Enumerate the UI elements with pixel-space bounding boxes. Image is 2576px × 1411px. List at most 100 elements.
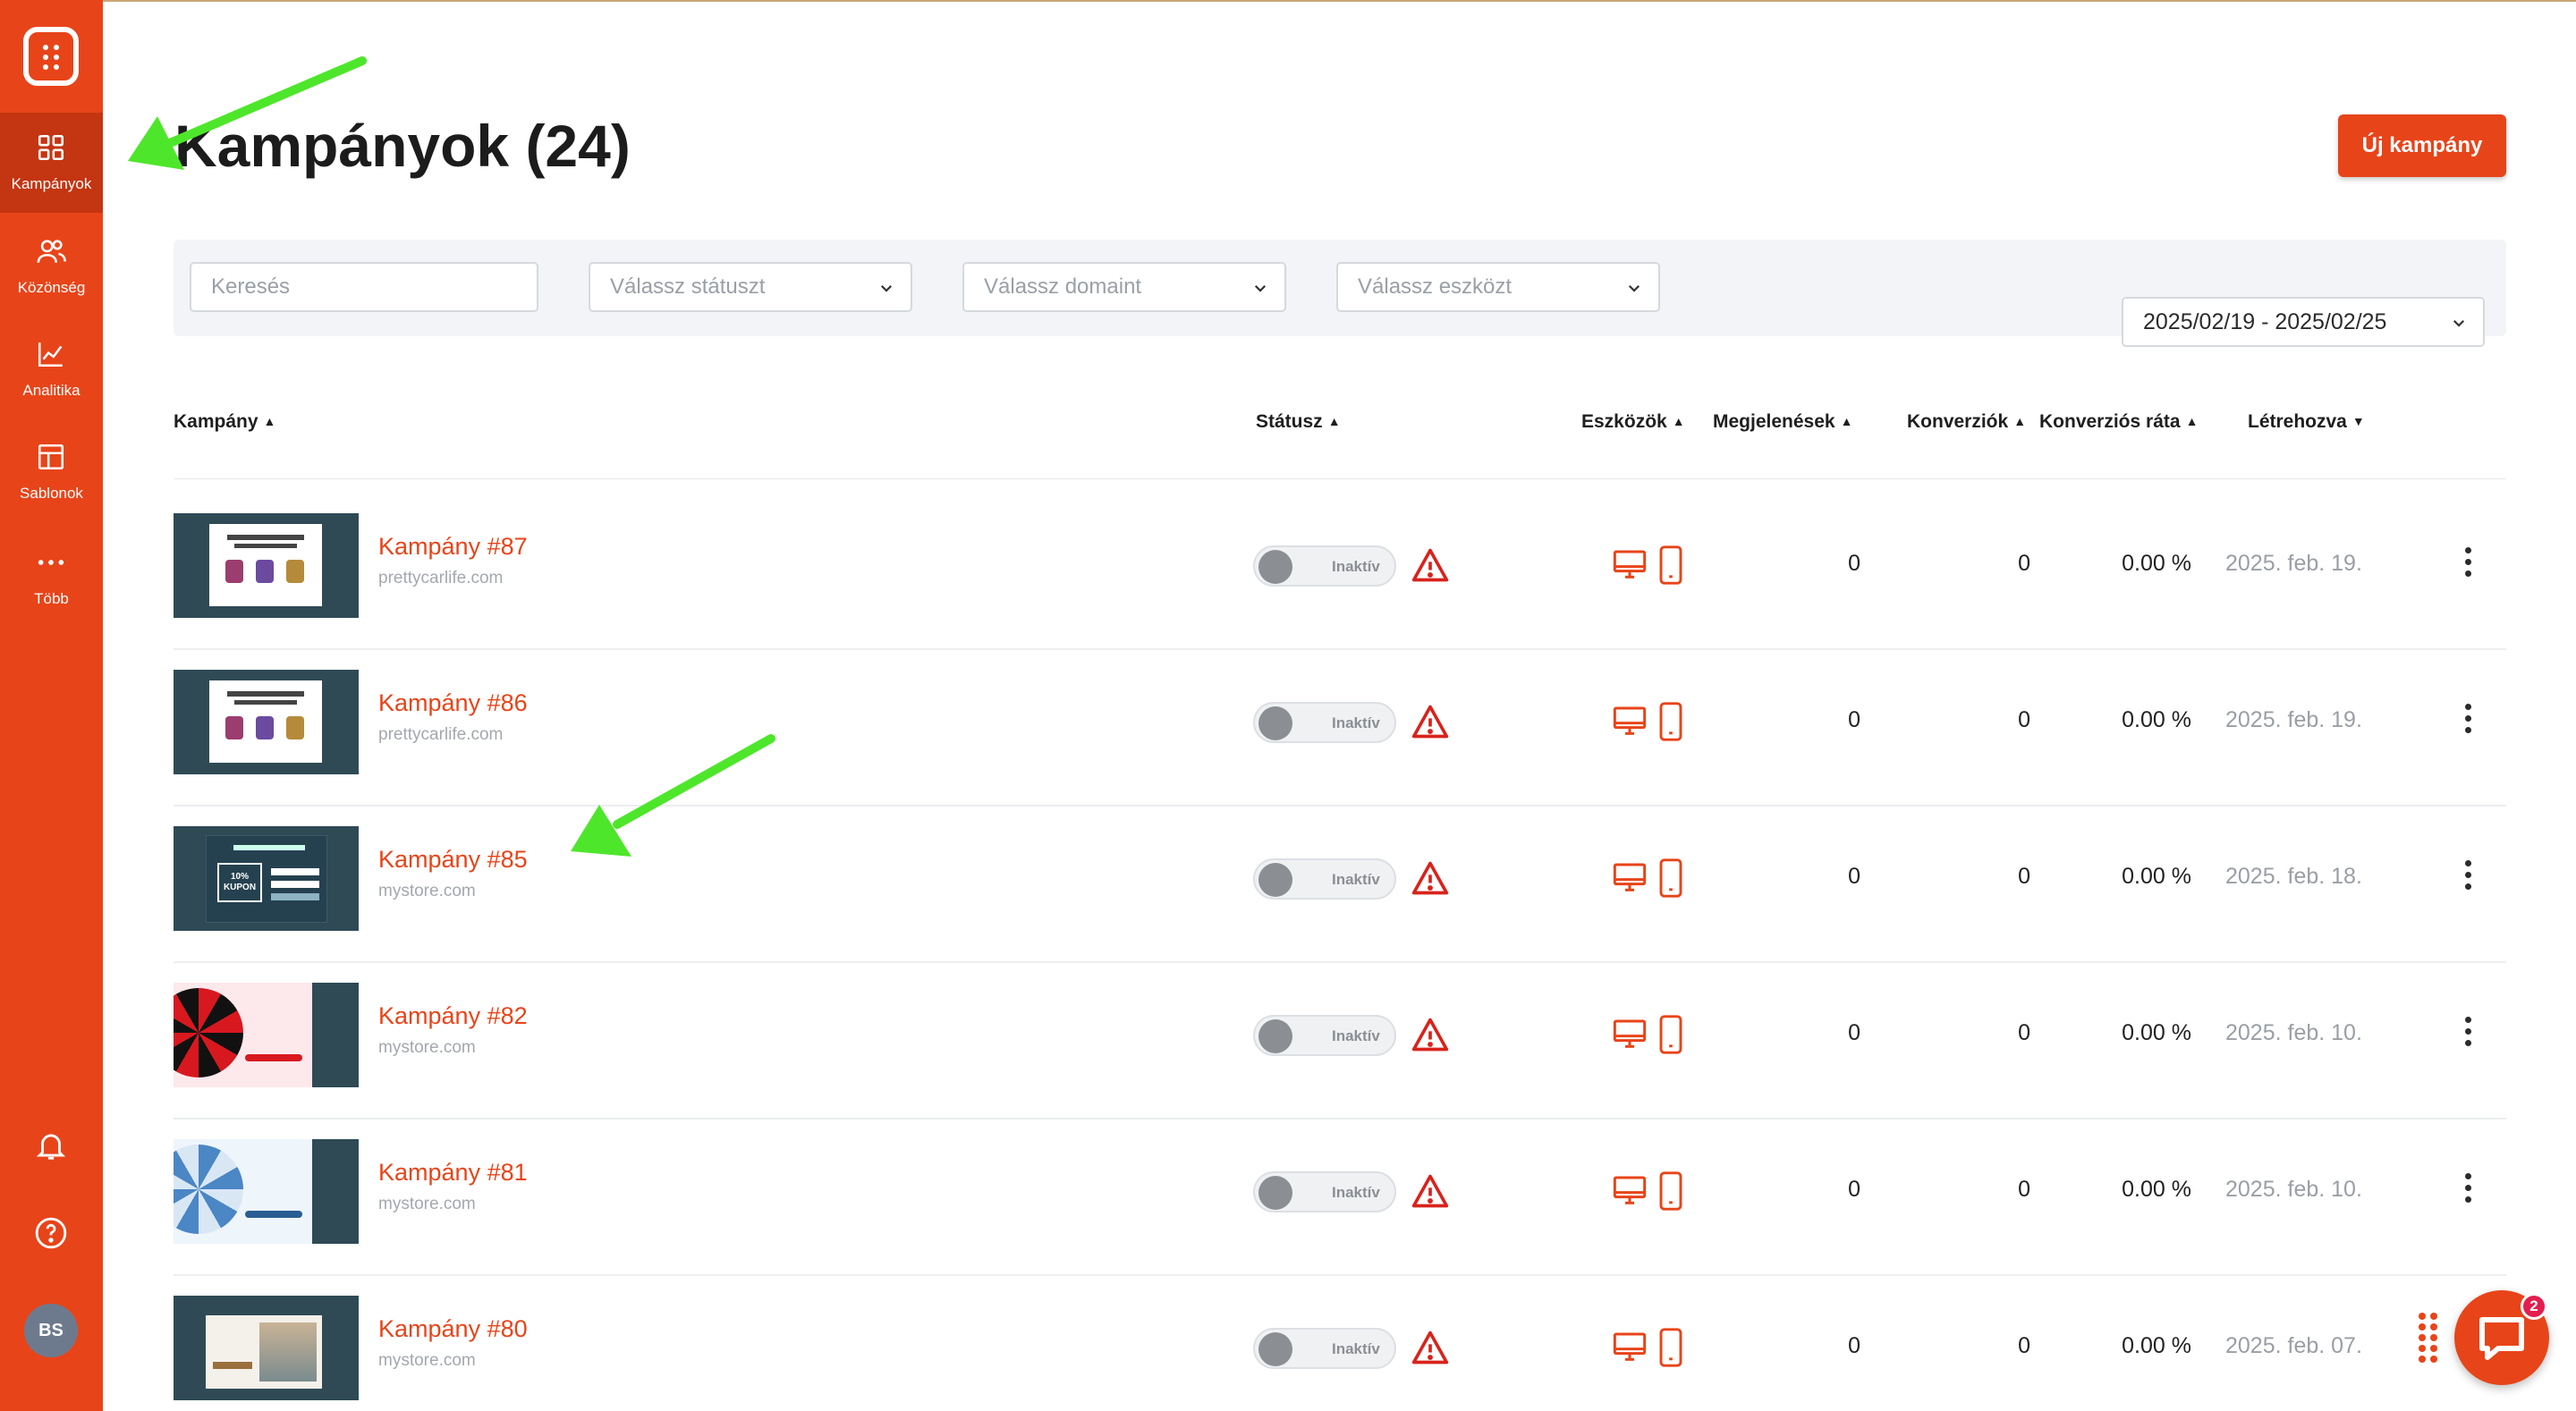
- device-select[interactable]: Válassz eszközt: [1336, 262, 1660, 312]
- column-header-created[interactable]: Létrehozva ▼: [2248, 411, 2365, 433]
- help-icon[interactable]: [34, 1216, 68, 1250]
- sort-icon: ▲︎: [263, 414, 276, 428]
- row-menu-button[interactable]: [2462, 1017, 2474, 1052]
- chat-icon: [2479, 1317, 2524, 1360]
- table-header-divider: [174, 478, 2506, 479]
- row-menu-button[interactable]: [2462, 547, 2474, 583]
- column-header-label: Megjelenések: [1713, 411, 1835, 432]
- table-row: Kampány #81 mystore.com Inaktív 0 0 0.00 % 202…: [174, 1120, 2506, 1276]
- status-label: Inaktív: [1332, 558, 1380, 575]
- campaign-thumbnail[interactable]: [174, 1296, 359, 1400]
- desktop-icon: [1613, 1019, 1647, 1048]
- column-header-status[interactable]: Státusz ▲: [1256, 411, 1341, 433]
- avatar[interactable]: BS: [24, 1304, 78, 1357]
- column-header-label: Létrehozva: [2248, 411, 2347, 432]
- drag-handle-icon[interactable]: [2419, 1313, 2438, 1363]
- bell-icon[interactable]: [34, 1128, 68, 1162]
- search-input[interactable]: Keresés: [190, 262, 538, 312]
- campaign-thumbnail[interactable]: 10% KUPON: [174, 826, 359, 931]
- sort-icon: ▲: [1327, 414, 1341, 428]
- column-header-conversion-rate[interactable]: Konverziós ráta ▲: [2039, 411, 2198, 433]
- status-label: Inaktív: [1332, 714, 1380, 731]
- desktop-icon: [1613, 550, 1647, 579]
- campaign-thumbnail[interactable]: [174, 670, 359, 774]
- toggle-knob: [1258, 706, 1292, 740]
- toggle-knob: [1258, 550, 1292, 584]
- status-toggle[interactable]: Inaktív: [1253, 1171, 1396, 1212]
- column-header-label: Eszközök: [1581, 411, 1667, 432]
- status-toggle[interactable]: Inaktív: [1253, 545, 1396, 587]
- status-toggle[interactable]: Inaktív: [1253, 1015, 1396, 1056]
- campaign-thumbnail[interactable]: [174, 1139, 359, 1244]
- warning-icon[interactable]: [1411, 858, 1450, 898]
- warning-icon[interactable]: [1411, 702, 1450, 741]
- warning-icon[interactable]: [1411, 1328, 1450, 1367]
- date-range-select[interactable]: 2025/02/19 - 2025/02/25: [2122, 297, 2485, 347]
- row-menu-button[interactable]: [2462, 1173, 2474, 1209]
- column-header-label: Státusz: [1256, 411, 1323, 432]
- campaign-domain: mystore.com: [378, 1038, 476, 1057]
- toggle-knob: [1258, 863, 1292, 897]
- campaign-name-link[interactable]: Kampány #82: [378, 1002, 528, 1030]
- campaign-domain: mystore.com: [378, 1195, 476, 1213]
- campaign-name-link[interactable]: Kampány #81: [378, 1159, 528, 1187]
- toggle-knob: [1258, 1019, 1292, 1053]
- sidebar-item-analytics[interactable]: Analitika: [0, 319, 103, 419]
- campaign-name-link[interactable]: Kampány #87: [378, 533, 528, 561]
- chat-notification-badge: 2: [2521, 1293, 2547, 1320]
- created-date: 2025. feb. 10.: [2225, 1020, 2362, 1045]
- users-icon: [37, 240, 66, 263]
- warning-icon[interactable]: [1411, 1171, 1450, 1211]
- toggle-knob: [1258, 1176, 1292, 1210]
- warning-icon[interactable]: [1411, 1015, 1450, 1054]
- column-header-conversions[interactable]: Konverziók ▲: [1907, 411, 2026, 433]
- sort-icon: ▲: [1672, 414, 1685, 428]
- sidebar-item-label: Sablonok: [20, 485, 83, 502]
- filter-bar: Keresés Válassz státuszt Válassz domaint…: [174, 240, 2506, 347]
- new-campaign-button[interactable]: Új kampány: [2338, 114, 2506, 177]
- conversion-rate-value: 0.00 %: [2122, 864, 2191, 889]
- status-select-label: Válassz státuszt: [610, 275, 766, 299]
- impressions-value: 0: [1848, 1020, 1860, 1045]
- created-date: 2025. feb. 10.: [2225, 1177, 2362, 1202]
- sidebar-item-campaigns[interactable]: Kampányok: [0, 113, 103, 213]
- device-select-label: Válassz eszközt: [1358, 275, 1513, 299]
- campaign-name-link[interactable]: Kampány #80: [378, 1315, 528, 1343]
- impressions-value: 0: [1848, 1177, 1860, 1202]
- page-title: Kampányok (24): [174, 113, 631, 179]
- row-menu-button[interactable]: [2462, 860, 2474, 896]
- column-header-campaign[interactable]: Kampány ▲︎: [174, 411, 275, 433]
- conversion-rate-value: 0.00 %: [2122, 707, 2191, 732]
- status-select[interactable]: Válassz státuszt: [589, 262, 912, 312]
- impressions-value: 0: [1848, 864, 1860, 889]
- sort-icon: ▲: [1840, 414, 1853, 428]
- chevron-down-icon: [880, 284, 893, 292]
- column-header-label: Konverziós ráta: [2039, 411, 2181, 432]
- campaign-thumbnail[interactable]: [174, 513, 359, 618]
- sidebar-item-templates[interactable]: Sablonok: [0, 422, 103, 522]
- top-border: [0, 0, 2576, 2]
- sidebar-item-audience[interactable]: Közönség: [0, 216, 103, 317]
- sidebar: Kampányok Közönség Analitika Sablonok Tö…: [0, 0, 103, 1411]
- domain-select[interactable]: Válassz domaint: [962, 262, 1286, 312]
- chevron-down-icon: [1254, 284, 1267, 292]
- campaign-thumbnail[interactable]: [174, 983, 359, 1087]
- sidebar-item-label: Kampányok: [11, 175, 92, 192]
- sidebar-item-more[interactable]: Több: [0, 528, 103, 628]
- sidebar-item-label: Közönség: [17, 279, 86, 296]
- conversions-value: 0: [2018, 551, 2030, 576]
- column-header-devices[interactable]: Eszközök ▲: [1581, 411, 1685, 433]
- campaign-name-link[interactable]: Kampány #85: [378, 846, 528, 874]
- row-menu-button[interactable]: [2462, 704, 2474, 739]
- status-toggle[interactable]: Inaktív: [1253, 858, 1396, 900]
- sidebar-item-label: Több: [34, 590, 69, 607]
- impressions-value: 0: [1848, 707, 1860, 732]
- column-header-impressions[interactable]: Megjelenések ▲: [1713, 411, 1852, 433]
- status-toggle[interactable]: Inaktív: [1253, 1328, 1396, 1369]
- sort-icon: ▲: [2185, 414, 2199, 428]
- status-toggle[interactable]: Inaktív: [1253, 702, 1396, 743]
- app-logo[interactable]: [23, 27, 79, 86]
- mobile-icon: [1659, 545, 1682, 585]
- campaign-name-link[interactable]: Kampány #86: [378, 689, 528, 717]
- warning-icon[interactable]: [1411, 545, 1450, 585]
